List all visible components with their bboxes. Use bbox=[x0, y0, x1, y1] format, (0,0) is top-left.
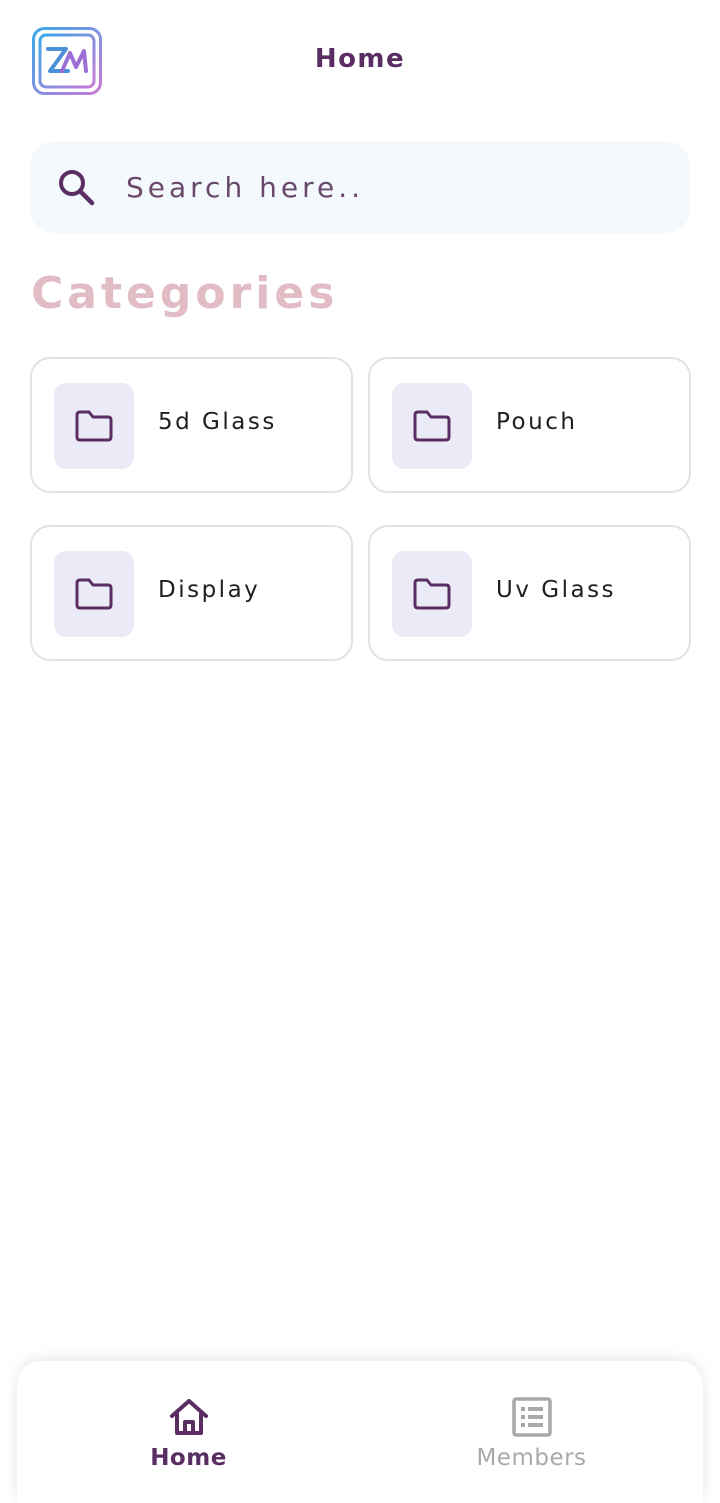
app-screen: Home Categories 5d Glass Pouch bbox=[0, 0, 720, 1503]
folder-icon bbox=[413, 578, 451, 610]
search-icon bbox=[59, 170, 95, 206]
category-label: Display bbox=[158, 577, 261, 603]
category-card-display[interactable]: Display bbox=[30, 525, 353, 661]
categories-title: Categories bbox=[31, 268, 339, 319]
search-bar[interactable] bbox=[30, 141, 690, 233]
category-label: 5d Glass bbox=[158, 409, 277, 435]
category-icon-box bbox=[54, 383, 134, 469]
nav-label-members: Members bbox=[476, 1445, 587, 1471]
nav-label-home: Home bbox=[150, 1445, 227, 1471]
bottom-navigation: Home Members bbox=[17, 1361, 703, 1503]
nav-tab-home[interactable]: Home bbox=[17, 1361, 360, 1503]
category-card-pouch[interactable]: Pouch bbox=[368, 357, 691, 493]
category-card-uv-glass[interactable]: Uv Glass bbox=[368, 525, 691, 661]
category-icon-box bbox=[392, 383, 472, 469]
folder-icon bbox=[75, 578, 113, 610]
header: Home bbox=[0, 0, 720, 124]
nav-tab-members[interactable]: Members bbox=[360, 1361, 703, 1503]
category-icon-box bbox=[392, 551, 472, 637]
list-icon bbox=[512, 1397, 552, 1437]
home-icon bbox=[170, 1399, 208, 1435]
category-card-5d-glass[interactable]: 5d Glass bbox=[30, 357, 353, 493]
search-input[interactable] bbox=[126, 161, 656, 213]
category-icon-box bbox=[54, 551, 134, 637]
page-title: Home bbox=[314, 44, 406, 74]
category-label: Pouch bbox=[496, 409, 578, 435]
category-label: Uv Glass bbox=[496, 577, 617, 603]
folder-icon bbox=[75, 410, 113, 442]
folder-icon bbox=[413, 410, 451, 442]
